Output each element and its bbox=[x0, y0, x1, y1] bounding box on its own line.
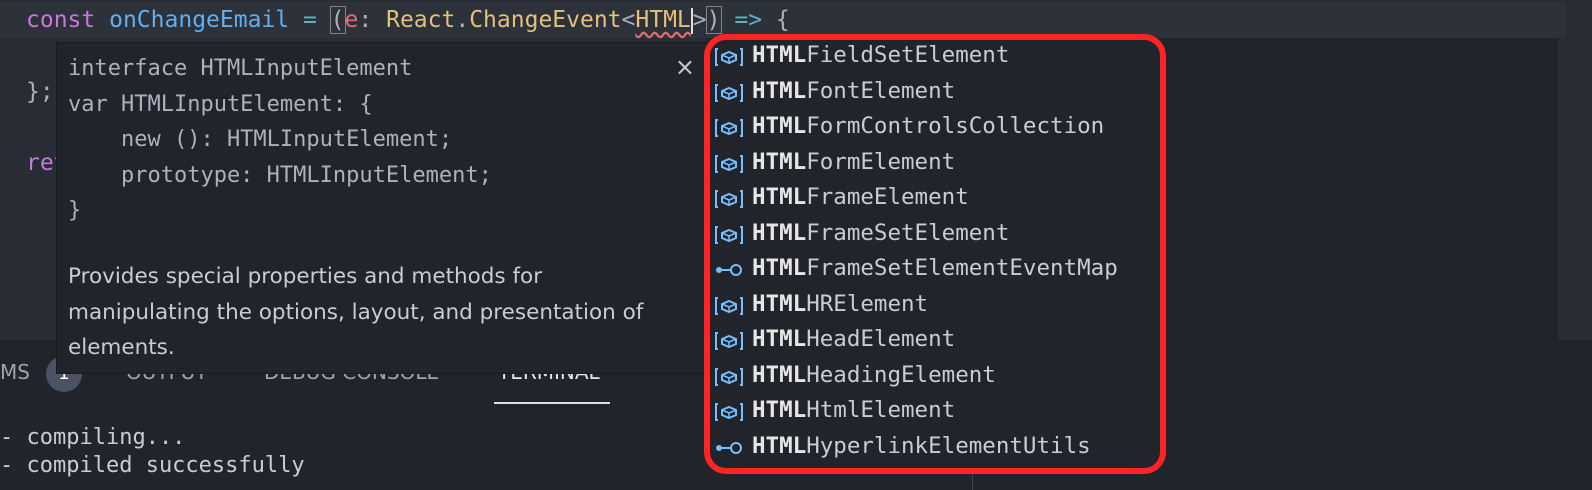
suggestion-item[interactable]: HTML HtmlElement bbox=[714, 393, 955, 427]
suggestion-match: HTML bbox=[752, 290, 807, 317]
variable-icon bbox=[714, 293, 744, 315]
code-line-2: }; bbox=[26, 79, 54, 105]
suggestion-label: FormElement bbox=[806, 148, 956, 175]
hover-signature: interface HTMLInputElement var HTMLInputE… bbox=[68, 51, 492, 229]
suggestion-match: HTML bbox=[752, 184, 807, 210]
type-name: ChangeEvent bbox=[469, 7, 622, 33]
suggestion-label: FontElement bbox=[806, 77, 956, 104]
suggestion-match: HTML bbox=[752, 148, 807, 175]
suggestion-match: HTML bbox=[752, 361, 807, 388]
terminal-line-1: - compiling... bbox=[0, 425, 186, 450]
open-brace: { bbox=[775, 7, 790, 33]
variable-icon bbox=[714, 80, 744, 102]
suggestion-label: HtmlElement bbox=[806, 397, 956, 423]
active-tab-indicator bbox=[494, 402, 610, 404]
arrow-operator: => bbox=[720, 7, 776, 33]
generic-open: < bbox=[621, 7, 636, 33]
variable-icon bbox=[714, 222, 744, 244]
suggestion-match: HTML bbox=[752, 113, 807, 139]
suggestion-item[interactable]: HTML HeadingElement bbox=[714, 358, 996, 392]
keyword-const: const bbox=[26, 7, 96, 33]
suggestion-label: HRElement bbox=[806, 290, 929, 317]
hover-documentation: Provides special properties and methods … bbox=[68, 264, 644, 360]
terminal-line-2: - compiled successfully bbox=[0, 453, 305, 478]
suggestion-item[interactable]: HTML HRElement bbox=[714, 287, 928, 321]
suggest-details-pane bbox=[1162, 38, 1558, 474]
signature-line: var HTMLInputElement: { bbox=[68, 91, 373, 117]
suggestion-match: HTML bbox=[752, 255, 807, 281]
suggestion-item[interactable]: HTML HeadElement bbox=[714, 322, 955, 356]
suggestion-item[interactable]: HTML FormControlsCollection bbox=[714, 109, 1104, 143]
suggestion-match: HTML bbox=[752, 326, 807, 352]
typed-text: HTML bbox=[635, 7, 691, 33]
param-name: e bbox=[344, 7, 359, 33]
suggestion-match: HTML bbox=[752, 432, 807, 459]
suggestion-item[interactable]: HTML FrameElement bbox=[714, 180, 969, 214]
suggestion-label: HeadingElement bbox=[806, 361, 996, 388]
variable-icon bbox=[714, 44, 744, 66]
variable-icon bbox=[714, 115, 744, 137]
type-namespace: React bbox=[386, 7, 456, 33]
signature-line: new (): HTMLInputElement; bbox=[68, 127, 453, 152]
close-paren: ) bbox=[705, 6, 722, 34]
variable-icon bbox=[714, 364, 744, 386]
suggestion-label: FrameSetElement bbox=[806, 219, 1010, 246]
suggestion-item[interactable]: HTML FormElement bbox=[714, 145, 955, 179]
interface-icon bbox=[714, 257, 744, 279]
suggestion-item[interactable]: HTML HyperlinkElementUtils bbox=[714, 429, 1091, 463]
colon: : bbox=[358, 7, 387, 33]
tab-problems[interactable]: MS bbox=[0, 352, 30, 392]
function-name: onChangeEmail bbox=[109, 7, 290, 33]
suggestion-match: HTML bbox=[752, 219, 807, 246]
code-line-1[interactable]: const onChangeEmail = (e: React.ChangeEv… bbox=[0, 2, 1566, 38]
suggestion-label: FrameSetElementEventMap bbox=[806, 255, 1118, 281]
suggestion-label: FrameElement bbox=[806, 184, 969, 210]
suggestion-match: HTML bbox=[752, 42, 807, 68]
suggestion-label: HyperlinkElementUtils bbox=[806, 432, 1091, 459]
close-icon[interactable]: × bbox=[675, 53, 695, 81]
suggestion-match: HTML bbox=[752, 77, 807, 104]
suggestion-item[interactable]: HTML FontElement bbox=[714, 74, 955, 108]
signature-line: interface HTMLInputElement bbox=[68, 56, 413, 81]
suggestion-match: HTML bbox=[752, 397, 807, 423]
interface-icon bbox=[714, 435, 744, 457]
suggestion-item[interactable]: HTML FieldSetElement bbox=[714, 38, 1009, 72]
dot: . bbox=[455, 7, 470, 33]
variable-icon bbox=[714, 328, 744, 350]
signature-line: } bbox=[68, 198, 82, 223]
suggestion-label: HeadElement bbox=[806, 326, 956, 352]
suggestion-item[interactable]: HTML FrameSetElementEventMap bbox=[714, 251, 1118, 285]
variable-icon bbox=[714, 186, 744, 208]
suggestion-label: FormControlsCollection bbox=[806, 113, 1105, 139]
suggestion-item[interactable]: HTML FrameSetElement bbox=[714, 216, 1009, 250]
signature-line: prototype: HTMLInputElement; bbox=[68, 162, 492, 188]
generic-close: > bbox=[692, 7, 707, 33]
assign-operator: = bbox=[289, 7, 331, 33]
variable-icon bbox=[714, 399, 744, 421]
variable-icon bbox=[714, 151, 744, 173]
hover-tooltip: interface HTMLInputElement var HTMLInputE… bbox=[56, 42, 708, 374]
open-paren: ( bbox=[329, 6, 346, 34]
suggestion-label: FieldSetElement bbox=[806, 42, 1010, 68]
